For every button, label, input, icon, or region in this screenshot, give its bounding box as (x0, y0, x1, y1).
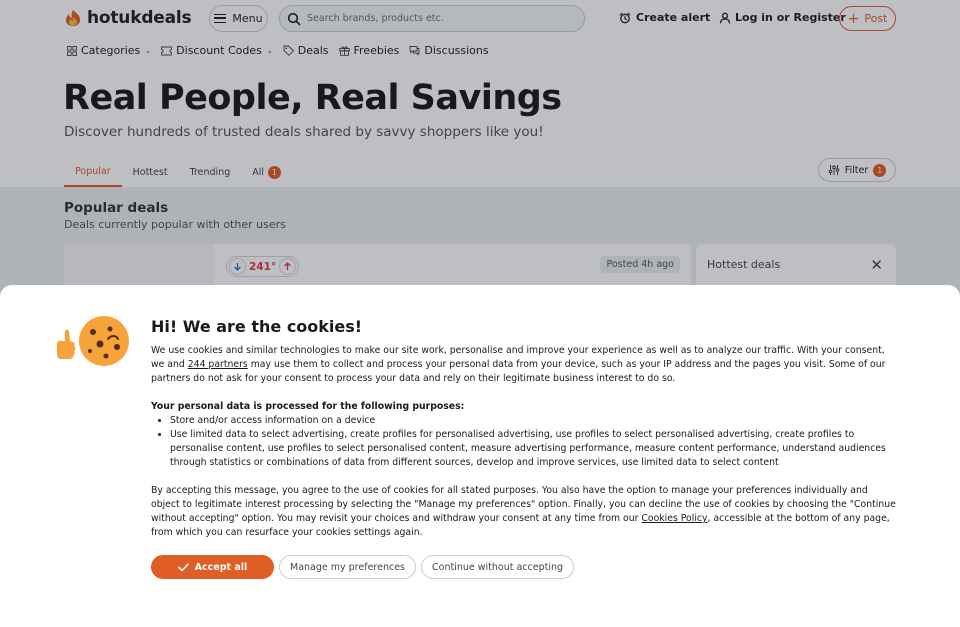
continue-without-accepting-button[interactable]: Continue without accepting (421, 555, 575, 579)
cookie-actions: Accept all Manage my preferences Continu… (151, 555, 575, 579)
page: hotukdeals Menu Create alert (0, 0, 960, 627)
cookie-title: Hi! We are the cookies! (151, 317, 363, 336)
cookie-mascot-icon (57, 316, 129, 366)
accept-all-label: Accept all (194, 561, 248, 573)
partners-link[interactable]: 244 partners (188, 359, 248, 370)
purposes-heading: Your personal data is processed for the … (151, 401, 465, 412)
cookie-consent-info: By accepting this message, you agree to … (151, 484, 899, 540)
cookie-intro-part-2: may use them to collect and process your… (151, 359, 886, 384)
purposes-list: Store and/or access information on a dev… (170, 414, 899, 470)
cookie-text: We use cookies and similar technologies … (151, 344, 899, 554)
cookies-policy-link[interactable]: Cookies Policy (641, 513, 707, 524)
list-item: Store and/or access information on a dev… (170, 414, 899, 428)
manage-preferences-button[interactable]: Manage my preferences (279, 555, 416, 579)
accept-all-button[interactable]: Accept all (151, 555, 274, 579)
checkmark-icon (177, 563, 189, 571)
list-item: Use limited data to select advertising, … (170, 428, 899, 470)
cookie-consent-dialog: Hi! We are the cookies! We use cookies a… (0, 285, 960, 627)
cookie-intro: We use cookies and similar technologies … (151, 344, 899, 386)
